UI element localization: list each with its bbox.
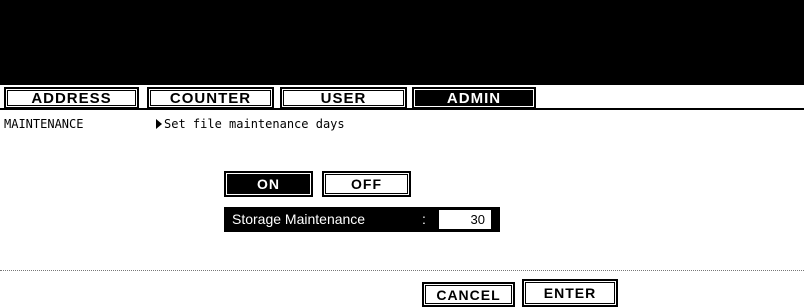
storage-maintenance-field[interactable]: Storage Maintenance : 30 [224,207,500,232]
tab-address[interactable]: ADDRESS [4,87,139,109]
footer-divider [0,270,804,271]
cancel-button[interactable]: CANCEL [422,282,515,307]
storage-maintenance-label: Storage Maintenance [232,211,366,227]
triangle-right-icon [156,119,162,129]
section-title: MAINTENANCE [4,117,84,131]
tab-user[interactable]: USER [280,87,407,109]
tab-counter[interactable]: COUNTER [147,87,274,109]
enter-button[interactable]: ENTER [522,279,618,307]
display-header-area [0,0,804,85]
off-button[interactable]: OFF [322,171,411,197]
tab-admin[interactable]: ADMIN [412,87,536,109]
storage-maintenance-value[interactable]: 30 [439,210,491,229]
field-separator: : [422,211,426,227]
breadcrumb: Set file maintenance days [156,117,345,131]
step-title: Set file maintenance days [164,117,345,131]
on-button[interactable]: ON [224,171,313,197]
tab-underline [0,108,804,110]
